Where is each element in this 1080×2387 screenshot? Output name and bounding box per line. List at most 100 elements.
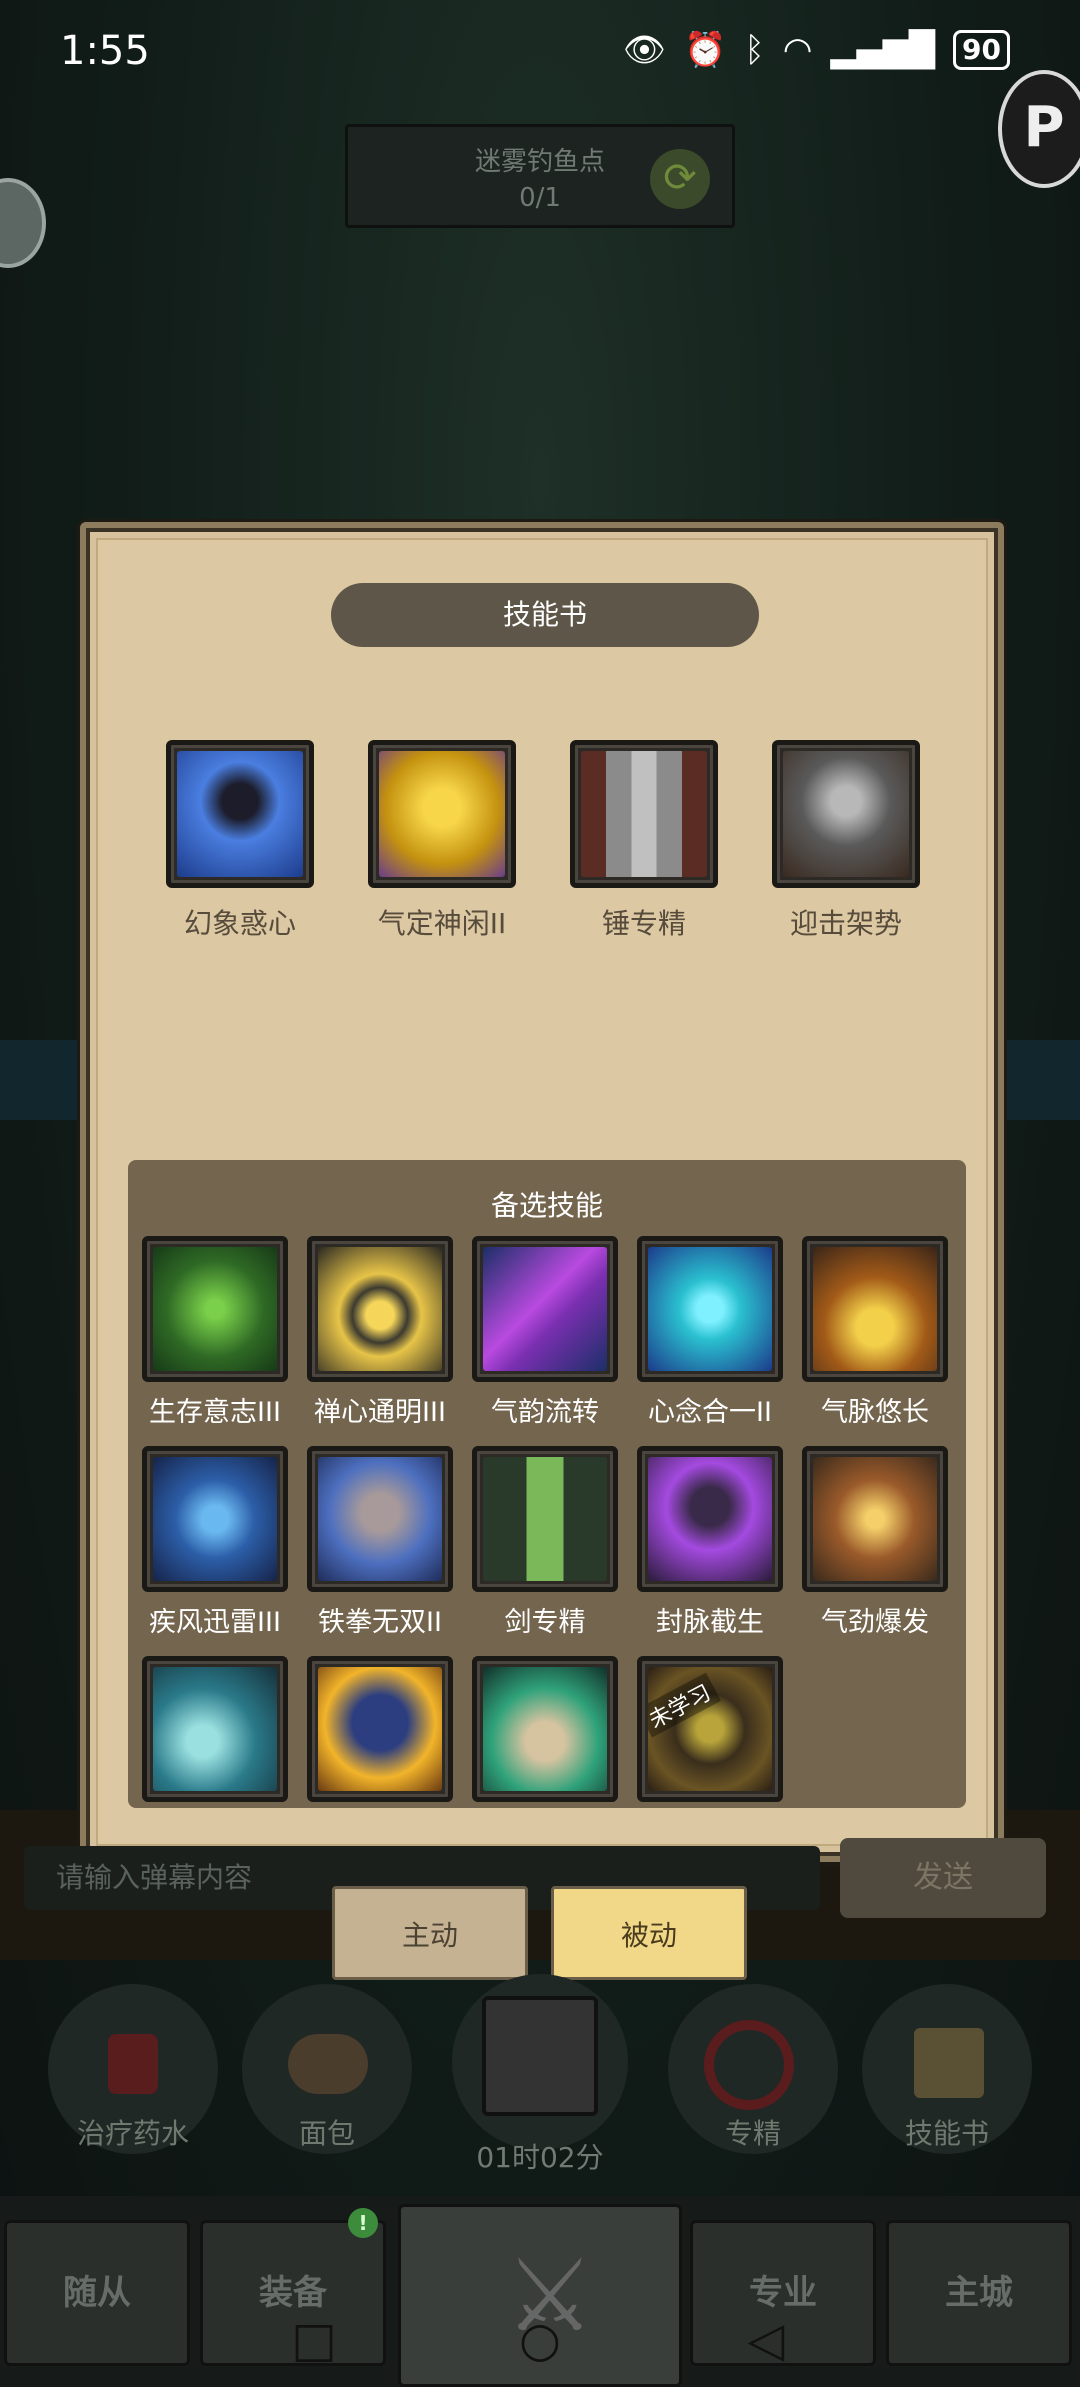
send-button[interactable]: 发送 [840,1838,1046,1918]
skill-slot[interactable]: 气韵流转 [472,1236,618,1446]
golden-flame-icon [813,1247,937,1371]
skill-label: 剑专精 [504,1607,586,1638]
tab-passive-skills[interactable]: 被动 [551,1886,747,1980]
water-wave-icon [153,1667,277,1791]
skill-slot[interactable]: 幻象惑心 [166,740,314,942]
refresh-icon[interactable]: ⟳ [650,149,710,209]
skill-slot[interactable]: 心念合一II [637,1236,783,1446]
skill-icon-frame [307,1236,453,1382]
notification-badge: ! [348,2208,378,2238]
skill-label: 生存意志III [149,1397,281,1428]
skill-icon-frame [307,1446,453,1592]
cyan-crystal-icon [648,1247,772,1371]
recent-apps-icon[interactable]: □ [284,2310,344,2370]
skill-slot[interactable] [472,1656,618,1866]
dock-skill-book[interactable]: 技能书 [862,1984,1032,2154]
phantom-icon [177,751,303,877]
golden-body-icon [379,751,505,877]
skill-label: 幻象惑心 [183,907,296,940]
bluetooth-icon: ᛒ [744,30,765,70]
armored-knight-icon [783,751,909,877]
purple-swirl-icon [483,1247,607,1371]
skill-slot[interactable]: 迎击架势 [772,740,920,942]
eagle-icon [318,1667,442,1791]
skill-label: 迎击架势 [789,907,902,940]
skill-slot[interactable]: 未学习 [637,1656,783,1866]
vines-icon [153,1247,277,1371]
skill-slot[interactable]: 气劲爆发 [802,1446,948,1656]
unlearned-badge: 未学习 [648,1672,721,1738]
skill-slot[interactable]: 禅心通明III [307,1236,453,1446]
skill-label: 气脉悠长 [821,1397,929,1428]
dock-chest[interactable] [452,1974,628,2150]
skill-icon-frame [142,1236,288,1382]
skill-slot[interactable]: 锤专精 [570,740,718,942]
alarm-icon: ⏰ [684,30,727,70]
dock-label: 专精 [724,2117,781,2150]
dock-label: 面包 [298,2117,355,2150]
skill-icon-frame [772,740,920,888]
hammer-icon [581,751,707,877]
dock-specialization[interactable]: 专精 [668,1984,838,2154]
sword-icon [483,1457,607,1581]
skill-icon-frame [368,740,516,888]
dialog-title: 技能书 [331,583,759,647]
dock-bread[interactable]: 面包 [242,1984,412,2154]
battery-indicator: 90 [953,30,1010,70]
skill-slot[interactable]: 疾风迅雷III [142,1446,288,1656]
chained-figure-icon [648,1457,772,1581]
clock: 1:55 [60,28,150,74]
skill-slot[interactable]: 气脉悠长 [802,1236,948,1446]
skill-label: 禅心通明III [314,1397,446,1428]
skill-icon-frame [307,1656,453,1802]
learned-skills: 幻象惑心 气定神闲II 锤专精 迎击架势 [166,740,966,942]
skill-label: 疾风迅雷III [149,1607,281,1638]
alternative-skills-grid: 生存意志III 禅心通明III 气韵流转 心念合一II 气脉悠长疾风迅雷III 铁拳无双I… [142,1236,948,1866]
eye-sun-icon: 未学习 [648,1667,772,1791]
home-icon[interactable]: ○ [510,2310,570,2370]
skill-slot[interactable] [307,1656,453,1866]
skill-icon-frame [570,740,718,888]
nav-followers[interactable]: 随从 [4,2220,190,2366]
skill-icon-frame [472,1656,618,1802]
skill-slot[interactable]: 生存意志III [142,1236,288,1446]
dock-healing-potion[interactable]: 治疗药水 [48,1984,218,2154]
skill-icon-frame: 未学习 [637,1656,783,1802]
skill-icon-frame [472,1446,618,1592]
skill-slot[interactable] [142,1656,288,1866]
skill-label: 铁拳无双II [318,1607,442,1638]
dock-label: 技能书 [904,2117,989,2150]
status-bar: 1:55 👁 ⏰ ᛒ ◠ ▂▄▆█ 90 [0,0,1080,104]
chest-timer: 01时02分 [476,2141,604,2174]
skill-label: 心念合一II [648,1397,772,1428]
skill-label: 气劲爆发 [821,1607,929,1638]
floating-app-icon[interactable]: P [998,70,1080,188]
skill-icon-frame [802,1236,948,1382]
eye-icon: 👁 [622,30,667,70]
skill-icon-frame [142,1656,288,1802]
skill-label: 气定神闲II [377,907,507,940]
tab-active-skills[interactable]: 主动 [332,1886,528,1980]
skill-label: 锤专精 [601,907,686,940]
skill-label: 封脉截生 [656,1607,764,1638]
quest-tracker[interactable]: 迷雾钓鱼点 0/1 ⟳ [345,124,735,228]
skill-slot[interactable]: 封脉截生 [637,1446,783,1656]
dock-label: 治疗药水 [76,2117,189,2150]
nav-main-city[interactable]: 主城 [886,2220,1072,2366]
skill-icon-frame [142,1446,288,1592]
skill-slot[interactable]: 铁拳无双II [307,1446,453,1656]
wifi-icon: ◠ [782,30,813,70]
skill-book-dialog: 技能书 幻象惑心 气定神闲II 锤专精 迎击架势 备选技能 生存意志III 禅心通明II… [80,522,1004,1862]
burst-sword-icon [813,1457,937,1581]
skill-label: 气韵流转 [491,1397,599,1428]
fist-icon [318,1457,442,1581]
skill-icon-frame [166,740,314,888]
skill-icon-frame [472,1236,618,1382]
blue-rune-icon [153,1457,277,1581]
green-hand-icon [483,1667,607,1791]
skill-slot[interactable]: 剑专精 [472,1446,618,1656]
skill-icon-frame [802,1446,948,1592]
skill-slot[interactable]: 气定神闲II [368,740,516,942]
treasure-chest-icon [452,1974,628,2150]
back-icon[interactable]: ◁ [736,2310,796,2370]
